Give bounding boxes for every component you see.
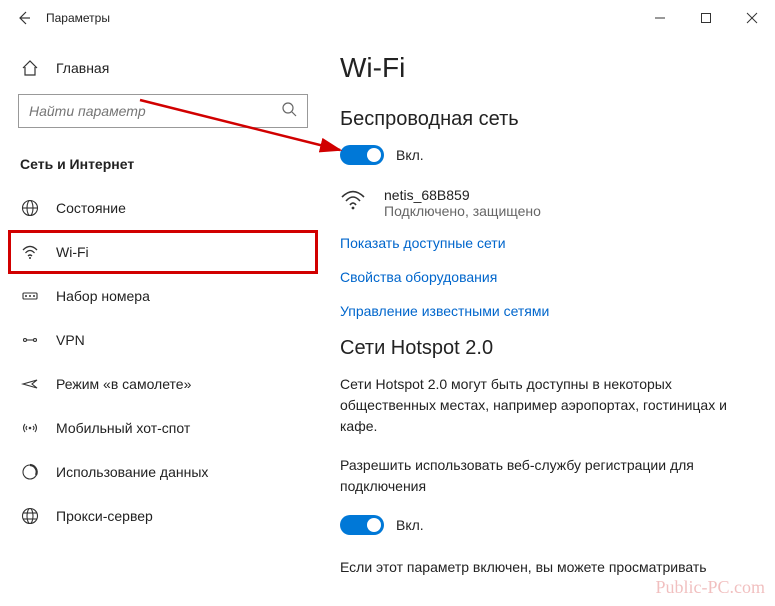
hotspot-icon bbox=[20, 418, 40, 438]
globe-icon bbox=[20, 198, 40, 218]
hotspot-body-text: Сети Hotspot 2.0 могут быть доступны в н… bbox=[340, 374, 767, 437]
sidebar-item-airplane[interactable]: Режим «в самолете» bbox=[8, 362, 318, 406]
wifi-icon bbox=[20, 242, 40, 262]
ssid-name: netis_68B859 bbox=[384, 187, 541, 203]
sidebar-item-wifi[interactable]: Wi-Fi bbox=[8, 230, 318, 274]
nav-label: VPN bbox=[56, 332, 85, 348]
maximize-button[interactable] bbox=[683, 2, 729, 34]
hotspot-toggle[interactable] bbox=[340, 515, 384, 535]
nav-label: Режим «в самолете» bbox=[56, 376, 191, 392]
home-label: Главная bbox=[56, 60, 109, 76]
hotspot-toggle-row: Вкл. bbox=[340, 515, 767, 535]
known-networks-link[interactable]: Управление известными сетями bbox=[340, 303, 767, 319]
airplane-icon bbox=[20, 374, 40, 394]
sidebar-item-vpn[interactable]: VPN bbox=[8, 318, 318, 362]
hotspot-allow-text: Разрешить использовать веб-службу регист… bbox=[340, 455, 767, 497]
sidebar-item-dialup[interactable]: Набор номера bbox=[8, 274, 318, 318]
toggle-knob bbox=[367, 148, 381, 162]
sidebar-item-data-usage[interactable]: Использование данных bbox=[8, 450, 318, 494]
wifi-connection-info: netis_68B859 Подключено, защищено bbox=[340, 187, 767, 219]
proxy-icon bbox=[20, 506, 40, 526]
titlebar: Параметры bbox=[0, 0, 775, 36]
footer-text: Если этот параметр включен, вы можете пр… bbox=[340, 557, 767, 578]
wifi-toggle-label: Вкл. bbox=[396, 147, 424, 163]
window-controls bbox=[637, 2, 775, 34]
window-title: Параметры bbox=[46, 11, 110, 25]
wireless-section-title: Беспроводная сеть bbox=[340, 108, 767, 131]
sidebar: Главная Сеть и Интернет Состояние Wi-Fi bbox=[0, 36, 322, 606]
watermark: Public-PC.com bbox=[655, 577, 765, 598]
content-pane: Wi-Fi Беспроводная сеть Вкл. netis_68B85… bbox=[322, 36, 775, 606]
back-button[interactable] bbox=[10, 4, 38, 32]
hardware-properties-link[interactable]: Свойства оборудования bbox=[340, 269, 767, 285]
nav-label: Прокси-сервер bbox=[56, 508, 153, 524]
wifi-toggle[interactable] bbox=[340, 145, 384, 165]
search-input[interactable] bbox=[29, 103, 281, 119]
connection-status: Подключено, защищено bbox=[384, 203, 541, 219]
sidebar-item-proxy[interactable]: Прокси-сервер bbox=[8, 494, 318, 538]
hotspot-toggle-label: Вкл. bbox=[396, 517, 424, 533]
minimize-button[interactable] bbox=[637, 2, 683, 34]
nav-label: Набор номера bbox=[56, 288, 150, 304]
wifi-signal-icon bbox=[340, 187, 368, 219]
close-button[interactable] bbox=[729, 2, 775, 34]
toggle-knob bbox=[367, 518, 381, 532]
search-box[interactable] bbox=[18, 94, 308, 128]
data-usage-icon bbox=[20, 462, 40, 482]
show-networks-link[interactable]: Показать доступные сети bbox=[340, 235, 767, 251]
search-icon bbox=[281, 101, 297, 122]
sidebar-section-header: Сеть и Интернет bbox=[8, 146, 318, 186]
page-title: Wi-Fi bbox=[340, 52, 767, 84]
sidebar-item-hotspot[interactable]: Мобильный хот-спот bbox=[8, 406, 318, 450]
nav-label: Использование данных bbox=[56, 464, 208, 480]
nav-label: Мобильный хот-спот bbox=[56, 420, 190, 436]
wifi-toggle-row: Вкл. bbox=[340, 145, 767, 165]
vpn-icon bbox=[20, 330, 40, 350]
home-icon bbox=[20, 58, 40, 78]
hotspot-section-title: Сети Hotspot 2.0 bbox=[340, 337, 767, 360]
home-nav[interactable]: Главная bbox=[8, 48, 318, 88]
dialup-icon bbox=[20, 286, 40, 306]
sidebar-item-status[interactable]: Состояние bbox=[8, 186, 318, 230]
nav-label: Wi-Fi bbox=[56, 244, 89, 260]
nav-label: Состояние bbox=[56, 200, 126, 216]
